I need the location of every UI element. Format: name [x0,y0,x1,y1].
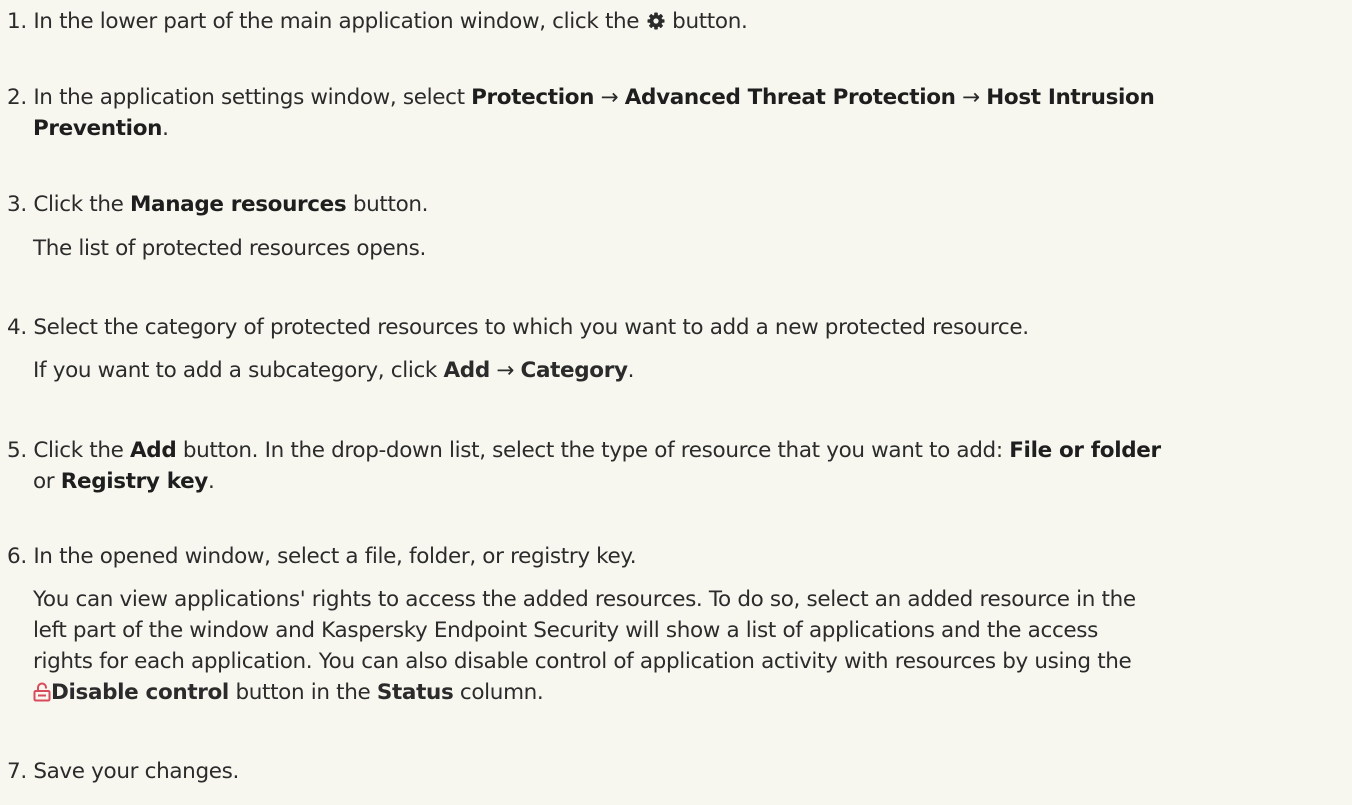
step-number: 1. [7,9,27,34]
note-text: If you want to add a subcategory, click [33,358,438,383]
step-number: 3. [7,192,27,217]
ui-term-disable-control: Disable control [51,680,229,705]
step-2: 2. In the application settings window, s… [7,82,1342,144]
step-text: Click the [33,192,124,217]
step-1: 1. In the lower part of the main applica… [7,6,1342,40]
unlock-icon [33,680,51,711]
note-line: Disable control button in the Status col… [33,677,1345,711]
ui-term-registry-key: Registry key [60,469,209,494]
step-text: Save your changes. [33,759,239,784]
arrow: → [600,85,619,110]
step-number: 5. [7,438,27,463]
instruction-document: 1. In the lower part of the main applica… [0,0,1352,805]
ui-term-manage-resources: Manage resources [130,192,347,217]
step-6-note: You can view applications' rights to acc… [33,584,1345,711]
step-text: Click the [33,438,124,463]
ui-term-category: Category [520,358,628,383]
step-text: button. In the drop-down list, select th… [182,438,1003,463]
ui-term-prevention: Prevention [33,116,163,141]
step-number: 4. [7,315,27,340]
step-number: 2. [7,85,27,110]
step-7: 7. Save your changes. [7,756,1342,787]
punctuation: . [207,469,215,494]
step-number: 6. [7,544,27,569]
note-text: column. [459,680,544,705]
step-text: In the application settings window, sele… [33,85,465,110]
step-4: 4. Select the category of protected reso… [7,312,1342,343]
note-line: rights for each application. You can als… [33,649,1132,674]
step-5: 5. Click the Add button. In the drop-dow… [7,435,1342,497]
ui-term-advanced-threat-protection: Advanced Threat Protection [624,85,956,110]
step-text: Select the category of protected resourc… [33,315,1029,340]
step-number: 7. [7,759,27,784]
step-3-note: The list of protected resources opens. [33,236,426,261]
ui-term-host-intrusion: Host Intrusion [986,85,1155,110]
step-text: In the lower part of the main applicatio… [33,9,640,34]
step-text: button. [672,9,748,34]
ui-term-add: Add [443,358,491,383]
step-3: 3. Click the Manage resources button. [7,189,1342,220]
step-6: 6. In the opened window, select a file, … [7,541,1342,572]
punctuation: . [627,358,635,383]
punctuation: . [162,116,169,141]
ui-term-add: Add [130,438,177,463]
ui-term-protection: Protection [471,85,595,110]
step-text: button. [352,192,429,217]
gear-icon [646,9,666,40]
arrow: → [962,85,980,110]
arrow: → [496,358,515,383]
step-text: or [33,469,55,494]
note-text: button in the [235,680,371,705]
note-line: left part of the window and Kaspersky En… [33,618,1098,643]
step-4-note: If you want to add a subcategory, click … [33,355,1345,386]
ui-term-file-or-folder: File or folder [1009,438,1161,463]
note-line: You can view applications' rights to acc… [33,587,1136,612]
step-text: In the opened window, select a file, fol… [33,544,637,569]
ui-term-status: Status [376,680,454,705]
